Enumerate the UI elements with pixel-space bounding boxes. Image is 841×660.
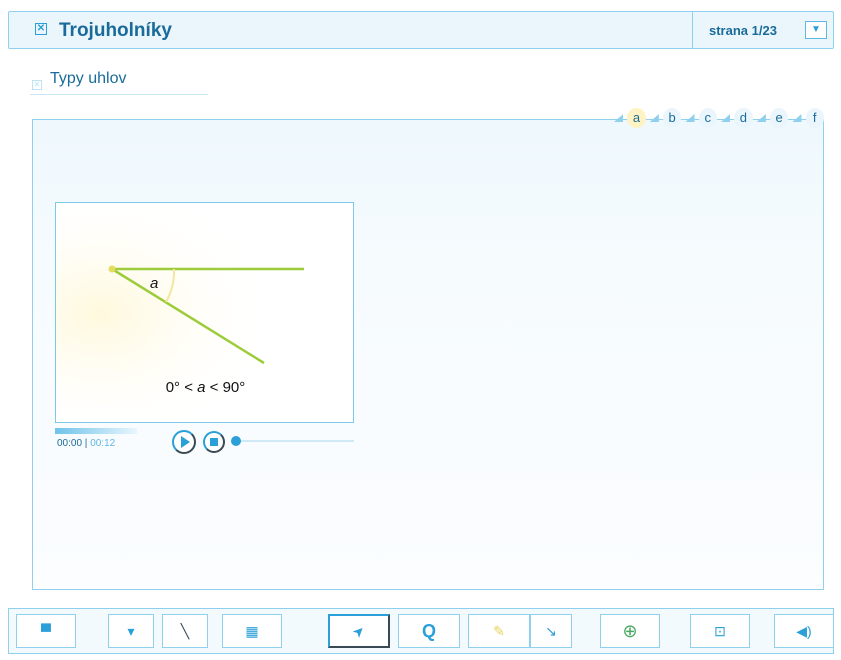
total-time: 00:12 [90,438,116,449]
pen-button[interactable]: ↘ [530,614,572,648]
magnifier-icon: Q [421,620,436,641]
line-tool-button[interactable]: ╲ [162,614,208,648]
pointer-icon: ➤ [348,620,369,641]
seek-slider-knob[interactable] [231,436,241,446]
tab-d[interactable]: d [734,108,753,128]
tab-f[interactable]: f [805,108,824,128]
angle-vertex [108,265,116,273]
formula-suffix: < 90° [205,379,246,396]
line-tool-icon: ╲ [180,622,190,639]
close-icon[interactable]: ✕ [32,80,42,90]
tab-divider [756,114,766,122]
chevron-down-icon[interactable]: ▼ [805,21,827,39]
tab-e[interactable]: e [769,108,789,128]
magnifier-button[interactable]: Q [398,614,460,648]
header-bar: ✕ Trojuholníky strana 1/23 ▼ [8,11,834,49]
pointer-button[interactable]: ➤ [328,614,390,648]
tab-b[interactable]: b [662,108,682,128]
highlighter-button[interactable]: ✎ [468,614,530,648]
calculator-button[interactable]: ▦ [222,614,282,648]
tab-divider [649,114,659,122]
speaker-button[interactable]: ◀) [774,614,834,648]
screen-icon: ⊡ [714,622,726,639]
calculator-icon: ▦ [245,622,259,639]
highlighter-icon: ✎ [493,622,505,639]
time-separator: | [82,438,91,449]
seek-slider-track[interactable] [236,440,354,442]
formula-prefix: 0° < [165,379,198,396]
dropdown-button[interactable]: ▾ [108,614,154,648]
animation-frame: a 0° < a < 90° [55,202,354,423]
board-button[interactable]: ▀ [16,614,76,648]
close-icon[interactable]: ✕ [35,23,47,35]
tab-a[interactable]: a [627,108,646,128]
tab-divider [614,114,624,122]
zoom-in-icon: ⊕ [622,620,638,641]
header-divider [692,12,693,48]
speaker-icon: ◀) [796,622,812,639]
angle-formula: 0° < a < 90° [56,379,353,396]
page-title: Trojuholníky [59,20,172,41]
zoom-in-button[interactable]: ⊕ [600,614,660,648]
stop-button[interactable] [203,431,225,453]
section-title: Typy uhlov [50,70,127,87]
board-icon: ▀ [41,623,51,639]
tab-c[interactable]: c [698,108,717,128]
page-indicator: strana 1/23 [709,23,777,38]
tab-divider [792,114,802,122]
pen-icon: ↘ [545,622,557,639]
tab-strip: a b c d e f [614,106,824,130]
play-button[interactable] [172,430,196,454]
angle-label: a [150,275,158,292]
section-underline [30,94,208,95]
screen-button[interactable]: ⊡ [690,614,750,648]
time-display: 00:00 | 00:12 [57,438,115,449]
chevron-down-icon: ▾ [127,622,135,639]
tab-divider [720,114,731,122]
current-time: 00:00 [57,438,83,449]
tab-divider [685,114,695,122]
formula-variable: a [197,379,206,396]
time-progress-bar [55,428,137,434]
